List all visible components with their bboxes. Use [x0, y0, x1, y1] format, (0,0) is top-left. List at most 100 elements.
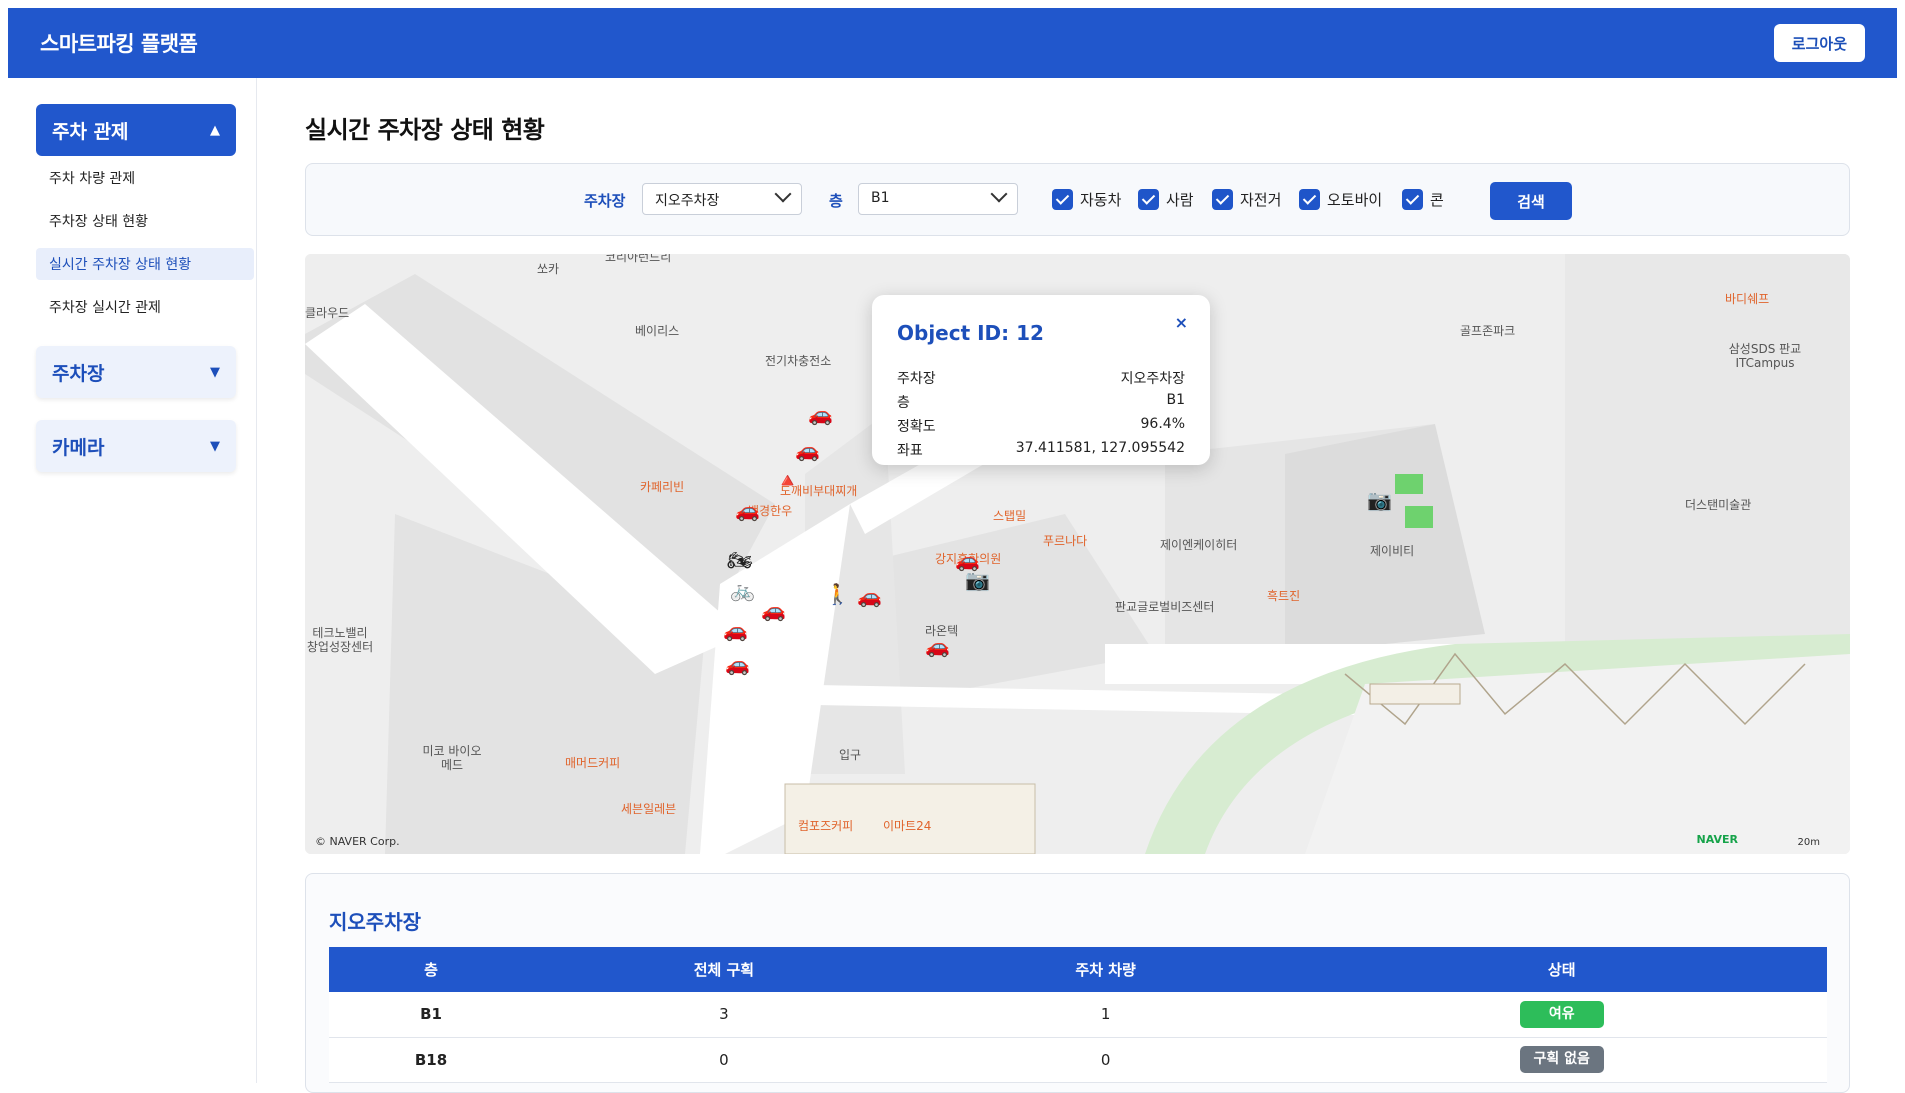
cell-parked: 0: [1100, 1050, 1111, 1069]
popup-row: 층 B1: [897, 392, 1185, 412]
popup-row: 정확도 96.4%: [897, 416, 1185, 436]
lot-select-value: 지오주차장: [655, 193, 720, 209]
checkbox-checked-icon: [1402, 189, 1423, 210]
checkbox-label: 콘: [1430, 191, 1444, 209]
map-poi[interactable]: 컴포즈커피: [798, 819, 853, 833]
car-marker-icon[interactable]: 🚗: [955, 550, 980, 570]
checkbox-checked-icon: [1138, 189, 1159, 210]
car-marker-icon[interactable]: 🚗: [725, 654, 750, 674]
car-marker-icon[interactable]: 🚗: [735, 500, 760, 520]
app-title: 스마트파킹 플랫폼: [40, 32, 198, 56]
checkbox-car[interactable]: 자동차: [1052, 189, 1121, 210]
map-poi[interactable]: 카페리빈: [640, 480, 684, 494]
map-poi[interactable]: 골프존파크: [1460, 324, 1515, 338]
logout-button[interactable]: 로그아웃: [1773, 24, 1865, 62]
menu-parking-lot[interactable]: 주차장 ▼: [36, 346, 236, 398]
map-scale: 20m: [1797, 837, 1820, 848]
map-poi[interactable]: 쏘카: [537, 262, 559, 276]
sidebar-item-realtime-lot-status[interactable]: 실시간 주차장 상태 현황: [36, 248, 254, 280]
sidebar-item-lot-realtime-control[interactable]: 주차장 실시간 관제: [36, 291, 254, 323]
search-button[interactable]: 검색: [1490, 182, 1572, 220]
car-marker-icon[interactable]: 🚗: [723, 620, 748, 640]
map-poi[interactable]: 클라우드: [305, 306, 349, 320]
cell-total: 3: [719, 1005, 729, 1024]
car-marker-icon[interactable]: 🚗: [857, 586, 882, 606]
floor-label: 층: [829, 192, 843, 210]
car-marker-icon[interactable]: 🚗: [761, 600, 786, 620]
map-poi[interactable]: 바디쉐프: [1725, 292, 1769, 306]
menu-label: 주차 관제: [52, 120, 129, 143]
map-poi[interactable]: 매머드커피: [565, 756, 620, 770]
caret-up-icon: ▲: [210, 122, 220, 138]
table-row: B1 3 1 여유: [329, 992, 1827, 1037]
checkbox-label: 오토바이: [1327, 191, 1383, 209]
naver-logo: NAVER: [1696, 833, 1738, 846]
cell-status: 여유: [1296, 992, 1827, 1037]
popup-row-label: 좌표: [897, 443, 923, 459]
checkbox-person[interactable]: 사람: [1138, 189, 1194, 210]
caret-down-icon: ▼: [210, 364, 220, 380]
camera-marker-icon[interactable]: 📷: [1367, 490, 1392, 510]
lot-select[interactable]: 지오주차장: [642, 183, 802, 215]
cone-marker-icon[interactable]: 🔺: [775, 470, 800, 490]
column-header: 상태: [1547, 961, 1576, 979]
motorcycle-marker-icon[interactable]: 🏍: [727, 550, 752, 570]
checkbox-cone[interactable]: 콘: [1402, 189, 1444, 210]
checkbox-checked-icon: [1299, 189, 1320, 210]
car-marker-icon[interactable]: 🚗: [925, 636, 950, 656]
status-badge: 구획 없음: [1519, 1046, 1604, 1073]
lot-status-card: 지오주차장 층 전체 구획 주차 차량 상태 B1 3 1 여유 B18 0 0…: [305, 873, 1850, 1093]
cell-parked: 1: [1100, 1005, 1111, 1024]
close-icon[interactable]: ×: [1175, 313, 1188, 332]
map-view[interactable]: 쏘카 코리아런드리 클라우드 베이리스 전기차충전소 카페리빈 백경한우 스탭밀…: [305, 254, 1850, 854]
table-header-row: 층 전체 구획 주차 차량 상태: [329, 947, 1827, 992]
map-poi[interactable]: 세븐일레븐: [621, 802, 676, 816]
popup-row-value: 37.411581, 127.095542: [1015, 440, 1185, 456]
sidebar-item-lot-status[interactable]: 주차장 상태 현황: [36, 205, 254, 237]
map-poi[interactable]: 베이리스: [635, 324, 679, 338]
table-row: B18 0 0 구획 없음: [329, 1037, 1827, 1082]
map-poi[interactable]: 테크노밸리 창업성장센터: [305, 626, 375, 654]
checkbox-motorcycle[interactable]: 오토바이: [1299, 189, 1382, 210]
map-poi[interactable]: 푸르나다: [1043, 534, 1087, 548]
floor-select[interactable]: B1: [858, 183, 1018, 215]
sidebar-item-vehicle-control[interactable]: 주차 차량 관제: [36, 162, 254, 194]
map-poi[interactable]: 스탭밀: [993, 509, 1026, 523]
person-marker-icon[interactable]: 🚶: [825, 584, 850, 604]
map-poi[interactable]: 삼성SDS 판교ITCampus: [1720, 342, 1810, 370]
lot-status-table: 층 전체 구획 주차 차량 상태 B1 3 1 여유 B18 0 0 구획 없음: [329, 947, 1827, 1083]
car-marker-icon[interactable]: 🚗: [808, 404, 833, 424]
floor-select-value: B1: [871, 190, 890, 206]
map-poi[interactable]: 이마트24: [883, 819, 931, 833]
checkbox-bicycle[interactable]: 자전거: [1212, 189, 1281, 210]
map-poi[interactable]: 흑트진: [1267, 589, 1300, 603]
checkbox-label: 자동차: [1080, 191, 1122, 209]
map-poi[interactable]: 코리아런드리: [605, 254, 671, 264]
map-poi[interactable]: 판교글로벌비즈센터: [1115, 600, 1214, 614]
column-header: 층: [424, 961, 438, 979]
menu-label: 주차장: [52, 362, 105, 385]
menu-parking-control[interactable]: 주차 관제 ▲: [36, 104, 236, 156]
map-poi[interactable]: 입구: [839, 748, 861, 762]
map-poi[interactable]: 제이엔케이히터: [1160, 538, 1237, 552]
object-info-popup: Object ID: 12 × 주차장 지오주차장 층 B1 정확도 96.4% 좌표…: [872, 295, 1210, 465]
column-header: 전체 구획: [693, 961, 755, 979]
map-poi[interactable]: 제이비티: [1370, 544, 1414, 558]
popup-row: 주차장 지오주차장: [897, 368, 1185, 388]
camera-marker-icon[interactable]: 📷: [965, 570, 990, 590]
menu-label: 카메라: [52, 436, 105, 459]
cell-floor: B18: [414, 1050, 448, 1069]
map-poi[interactable]: 더스탠미술관: [1685, 498, 1751, 512]
car-marker-icon[interactable]: 🚗: [795, 440, 820, 460]
cell-total: 0: [719, 1050, 729, 1069]
popup-row-value: B1: [1166, 392, 1185, 408]
lot-label: 주차장: [584, 192, 626, 210]
page-title: 실시간 주차장 상태 현황: [305, 116, 545, 144]
map-copyright: © NAVER Corp.: [315, 835, 400, 848]
filter-bar: 주차장 지오주차장 층 B1 자동차 사람 자전거 오토바이 콘 검색: [305, 163, 1850, 236]
map-poi[interactable]: 미코 바이오메드: [417, 744, 487, 772]
bicycle-marker-icon[interactable]: 🚲: [730, 580, 755, 600]
menu-camera[interactable]: 카메라 ▼: [36, 420, 236, 472]
column-header: 주차 차량: [1075, 961, 1136, 979]
map-poi[interactable]: 전기차충전소: [765, 354, 831, 368]
